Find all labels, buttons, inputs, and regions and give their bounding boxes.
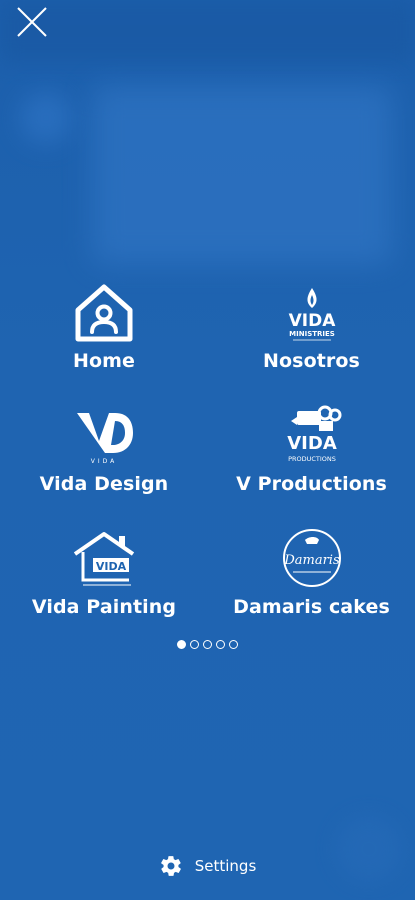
- background-avatar: [20, 92, 72, 144]
- menu-item-label: Vida Design: [39, 473, 169, 495]
- svg-text:VIDA: VIDA: [96, 560, 127, 573]
- svg-text:VIDA: VIDA: [287, 433, 337, 454]
- vida-painting-logo: VIDA: [59, 526, 149, 590]
- svg-text:VIDA: VIDA: [288, 311, 336, 331]
- menu-item-vida-painting[interactable]: VIDA Vida Painting: [0, 522, 208, 645]
- menu-item-home[interactable]: Home: [0, 276, 208, 399]
- menu-item-label: V Productions: [236, 473, 387, 495]
- svg-text:MINISTRIES: MINISTRIES: [289, 330, 335, 338]
- vida-design-logo: VIDA: [59, 403, 149, 467]
- page-indicator: [0, 640, 415, 649]
- menu-item-label: Nosotros: [263, 350, 360, 372]
- settings-label: Settings: [194, 857, 257, 875]
- vida-ministries-logo: VIDA MINISTRIES: [267, 280, 357, 344]
- menu-item-damaris-cakes[interactable]: Damaris Damaris cakes: [208, 522, 415, 645]
- background-toolbar: [0, 0, 415, 62]
- page-dot-3[interactable]: [203, 640, 212, 649]
- svg-text:Damaris: Damaris: [283, 553, 340, 568]
- gear-icon: [160, 856, 181, 876]
- page-dot-5[interactable]: [229, 640, 238, 649]
- close-icon: [17, 7, 47, 37]
- svg-text:PRODUCTIONS: PRODUCTIONS: [288, 455, 336, 463]
- menu-item-nosotros[interactable]: VIDA MINISTRIES Nosotros: [208, 276, 415, 399]
- close-button[interactable]: [12, 4, 52, 40]
- menu-item-vida-design[interactable]: VIDA Vida Design: [0, 399, 208, 522]
- home-user-icon: [59, 280, 149, 344]
- menu-item-label: Vida Painting: [31, 596, 177, 618]
- menu-item-v-productions[interactable]: VIDA PRODUCTIONS V Productions: [208, 399, 415, 522]
- page-dot-1[interactable]: [177, 640, 186, 649]
- background-card: [92, 86, 392, 264]
- page-dot-4[interactable]: [216, 640, 225, 649]
- vida-productions-logo: VIDA PRODUCTIONS: [267, 403, 357, 467]
- menu-item-label: Damaris cakes: [233, 596, 390, 618]
- damaris-cakes-logo: Damaris: [267, 526, 357, 590]
- menu-item-label: Home: [72, 350, 136, 372]
- page-dot-2[interactable]: [190, 640, 199, 649]
- menu-grid: Home VIDA MINISTRIES Nosotros VIDA Vida …: [0, 276, 415, 645]
- svg-text:VIDA: VIDA: [91, 458, 118, 465]
- settings-button[interactable]: Settings: [0, 854, 415, 878]
